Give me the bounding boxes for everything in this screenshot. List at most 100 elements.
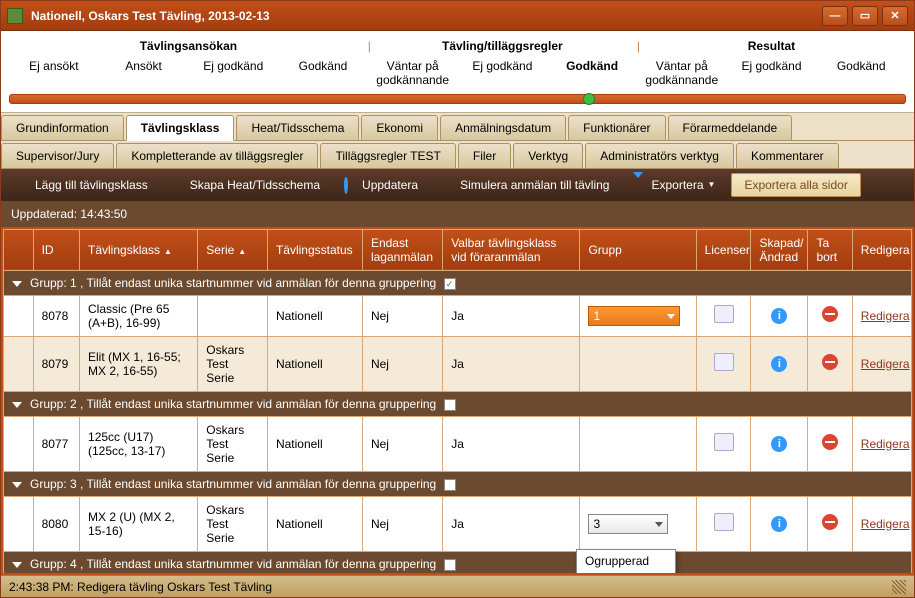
- wf-step: Väntar på godkännande: [368, 57, 458, 90]
- window-title: Nationell, Oskars Test Tävling, 2013-02-…: [31, 9, 822, 23]
- minimize-button[interactable]: —: [822, 6, 848, 26]
- toolbar: Lägg till tävlingsklass Skapa Heat/Tidss…: [1, 169, 914, 201]
- tab-kommentarer[interactable]: Kommentarer: [736, 143, 839, 169]
- tab-heat-tidsschema[interactable]: Heat/Tidsschema: [236, 115, 359, 141]
- licenses-button[interactable]: [714, 305, 734, 323]
- col-serie[interactable]: Serie▲: [198, 229, 268, 270]
- cell-endast: Nej: [362, 295, 442, 336]
- group-dropdown[interactable]: 1: [588, 306, 680, 326]
- tab-t-vlingsklass[interactable]: Tävlingsklass: [126, 115, 235, 141]
- cell-serie: Oskars Test Serie: [198, 416, 268, 471]
- licenses-button[interactable]: [714, 513, 734, 531]
- col-grupp[interactable]: Grupp: [580, 229, 696, 270]
- resize-grip-icon[interactable]: [892, 580, 906, 594]
- cell-class: Classic (Pre 65 (A+B), 16-99): [80, 295, 198, 336]
- tabs-secondary: Supervisor/JuryKompletterande av tillägg…: [1, 141, 914, 169]
- col-lic[interactable]: Licenser: [696, 229, 751, 270]
- col-endast[interactable]: Endast laganmälan: [362, 229, 442, 270]
- cell-status: Nationell: [267, 336, 362, 391]
- cell-serie: Oskars Test Serie: [198, 496, 268, 551]
- unique-checkbox[interactable]: [444, 399, 456, 411]
- info-icon[interactable]: i: [771, 516, 787, 532]
- cell-valbar: Ja: [443, 496, 580, 551]
- group-header-row[interactable]: Grupp: 4 , Tillåt endast unika startnumm…: [4, 551, 912, 575]
- delete-button[interactable]: [822, 354, 838, 370]
- delete-button[interactable]: [822, 306, 838, 322]
- col-redigera[interactable]: Redigera: [852, 229, 911, 270]
- col-class[interactable]: Tävlingsklass▲: [80, 229, 198, 270]
- edit-link[interactable]: Redigera: [861, 357, 910, 371]
- statusbar: 2:43:38 PM: Redigera tävling Oskars Test…: [1, 575, 914, 597]
- app-icon: [7, 8, 23, 24]
- close-button[interactable]: ✕: [882, 6, 908, 26]
- info-icon[interactable]: i: [771, 356, 787, 372]
- add-class-button[interactable]: Lägg till tävlingsklass: [9, 175, 156, 195]
- group-dropdown-popup: OgrupperadSkapa ny grupp1234: [576, 549, 676, 575]
- group-header-row[interactable]: Grupp: 1 , Tillåt endast unika startnumm…: [4, 270, 912, 295]
- workflow-track: [9, 94, 906, 104]
- col-status[interactable]: Tävlingsstatus: [267, 229, 362, 270]
- cell-id: 8079: [33, 336, 79, 391]
- export-all-button[interactable]: Exportera alla sidor: [731, 173, 860, 197]
- cell-endast: Nej: [362, 336, 442, 391]
- cell-valbar: Ja: [443, 295, 580, 336]
- group-header-row[interactable]: Grupp: 3 , Tillåt endast unika startnumm…: [4, 471, 912, 496]
- delete-button[interactable]: [822, 434, 838, 450]
- collapse-icon[interactable]: [12, 402, 22, 408]
- licenses-button[interactable]: [714, 433, 734, 451]
- table-row: 8079Elit (MX 1, 16-55; MX 2, 16-55)Oskar…: [4, 336, 912, 391]
- col-expand[interactable]: [4, 229, 34, 270]
- delete-button[interactable]: [822, 514, 838, 530]
- info-icon[interactable]: i: [771, 308, 787, 324]
- col-valbar[interactable]: Valbar tävlingsklass vid föraranmälan: [443, 229, 580, 270]
- wf-step: Ej godkänd: [458, 57, 548, 90]
- col-id[interactable]: ID: [33, 229, 79, 270]
- group-header-row[interactable]: Grupp: 2 , Tillåt endast unika startnumm…: [4, 391, 912, 416]
- collapse-icon[interactable]: [12, 562, 22, 568]
- tab-anm-lningsdatum[interactable]: Anmälningsdatum: [440, 115, 566, 141]
- edit-link[interactable]: Redigera: [861, 437, 910, 451]
- tab-verktyg[interactable]: Verktyg: [513, 143, 583, 169]
- unique-checkbox[interactable]: [444, 479, 456, 491]
- cell-id: 8078: [33, 295, 79, 336]
- titlebar: Nationell, Oskars Test Tävling, 2013-02-…: [1, 1, 914, 31]
- unique-checkbox[interactable]: ✓: [444, 278, 456, 290]
- refresh-button[interactable]: Uppdatera: [336, 175, 426, 195]
- dropdown-option[interactable]: Ogrupperad: [577, 550, 675, 572]
- col-tabort[interactable]: Ta bort: [808, 229, 852, 270]
- wf-step: Ej godkänd: [727, 57, 817, 90]
- unique-checkbox[interactable]: [444, 559, 456, 571]
- tab-funktion-rer[interactable]: Funktionärer: [568, 115, 665, 141]
- col-skapad[interactable]: Skapad/ Ändrad: [751, 229, 808, 270]
- tab-administrat-rs-verktyg[interactable]: Administratörs verktyg: [585, 143, 734, 169]
- tab-filer[interactable]: Filer: [458, 143, 511, 169]
- collapse-icon[interactable]: [12, 482, 22, 488]
- tab-f-rarmeddelande[interactable]: Förarmeddelande: [668, 115, 793, 141]
- cell-valbar: Ja: [443, 336, 580, 391]
- cell-id: 8080: [33, 496, 79, 551]
- tab-kompletterande-av-till-ggsregler[interactable]: Kompletterande av tilläggsregler: [116, 143, 318, 169]
- info-icon[interactable]: i: [771, 436, 787, 452]
- tab-ekonomi[interactable]: Ekonomi: [361, 115, 438, 141]
- tab-supervisor-jury[interactable]: Supervisor/Jury: [1, 143, 114, 169]
- wf-step: Ansökt: [99, 57, 189, 90]
- simulate-button[interactable]: Simulera anmälan till tävling: [434, 175, 617, 195]
- create-heat-button[interactable]: Skapa Heat/Tidsschema: [164, 175, 328, 195]
- tab-grundinformation[interactable]: Grundinformation: [1, 115, 124, 141]
- maximize-button[interactable]: ▭: [852, 6, 878, 26]
- collapse-icon[interactable]: [12, 281, 22, 287]
- sort-asc-icon: ▲: [164, 247, 172, 256]
- licenses-button[interactable]: [714, 353, 734, 371]
- group-dropdown[interactable]: 3: [588, 514, 668, 534]
- cell-class: Elit (MX 1, 16-55; MX 2, 16-55): [80, 336, 198, 391]
- edit-link[interactable]: Redigera: [861, 517, 910, 531]
- tabs-primary: GrundinformationTävlingsklassHeat/Tidssc…: [1, 113, 914, 141]
- tab-till-ggsregler-test[interactable]: Tilläggsregler TEST: [320, 143, 455, 169]
- export-button[interactable]: Exportera ▼: [625, 175, 723, 195]
- workflow-indicator-dot: [583, 93, 595, 105]
- table-row: 8077125cc (U17) (125cc, 13-17)Oskars Tes…: [4, 416, 912, 471]
- wf-step: Ej godkänd: [188, 57, 278, 90]
- sort-asc-icon: ▲: [238, 247, 246, 256]
- cell-class: MX 2 (U) (MX 2, 15-16): [80, 496, 198, 551]
- edit-link[interactable]: Redigera: [861, 309, 910, 323]
